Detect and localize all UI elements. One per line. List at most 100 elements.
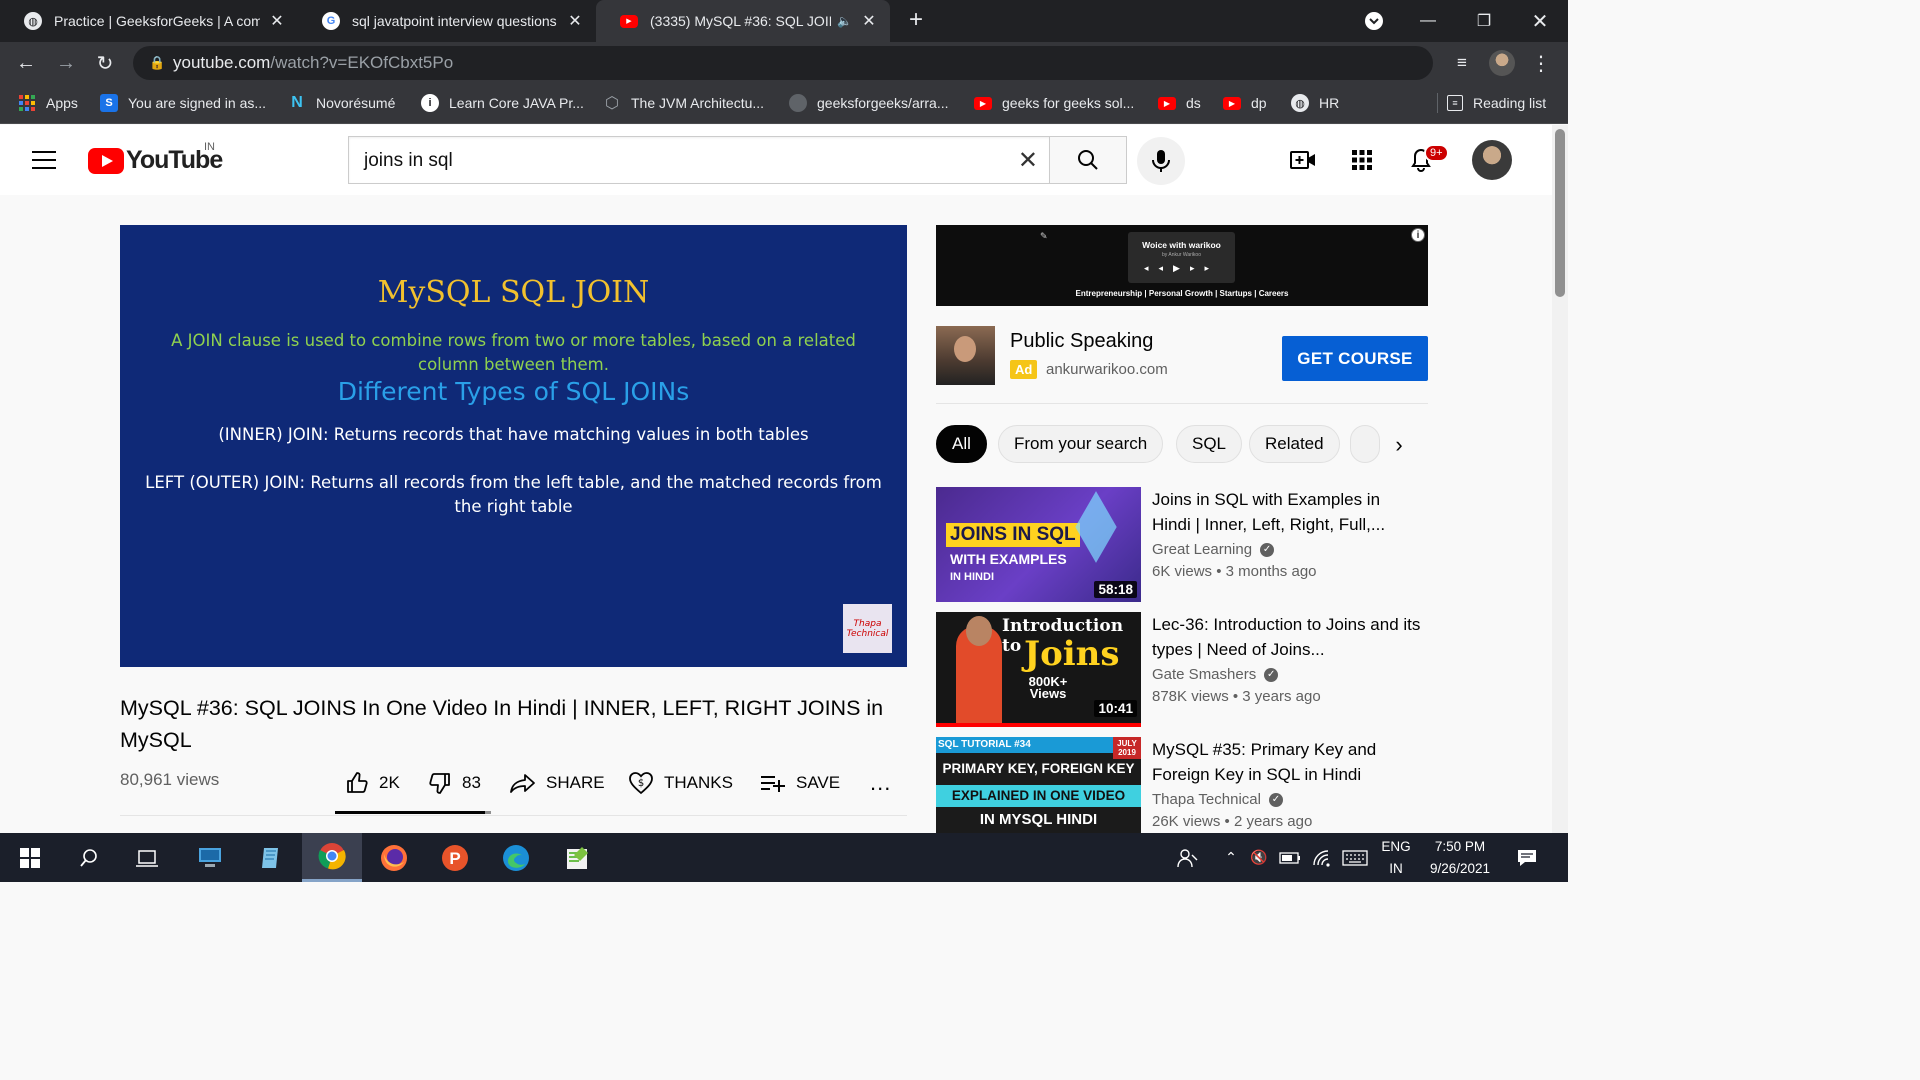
create-video-icon[interactable] [1290, 147, 1316, 173]
hamburger-menu-icon[interactable] [32, 151, 56, 169]
video-thumbnail[interactable]: JOINS IN SQL WITH EXAMPLES IN HINDI 58:1… [936, 487, 1141, 602]
save-label: SAVE [796, 773, 841, 792]
search-button[interactable] [1049, 136, 1127, 184]
chip-sql[interactable]: SQL [1176, 425, 1243, 463]
browser-tab-youtube[interactable]: ▶ (3335) MySQL #36: SQL JOINS 🔈 ✕ [596, 0, 890, 42]
firefox-icon[interactable] [364, 833, 424, 882]
chevron-right-icon[interactable]: › [1384, 430, 1414, 460]
bookmark-apps[interactable]: Apps [18, 92, 78, 114]
get-course-button[interactable]: GET COURSE [1282, 336, 1428, 381]
bookmark-dp[interactable]: ▶ dp [1223, 92, 1267, 114]
more-actions-icon: ... [870, 770, 892, 795]
recommended-video[interactable]: JOINS IN SQL WITH EXAMPLES IN HINDI 58:1… [936, 487, 1428, 602]
ad-banner[interactable]: ✎ Woice with warikoo by Ankur Warikoo ◂◂… [936, 225, 1428, 306]
restore-icon[interactable]: ❐ [1456, 0, 1512, 42]
notepad-plus-plus-icon[interactable] [547, 833, 607, 882]
ad-thumbnail[interactable] [936, 326, 995, 385]
action-center-icon[interactable] [1504, 833, 1550, 882]
bookmark-ds[interactable]: ▶ ds [1158, 92, 1201, 114]
chrome-menu-icon[interactable]: ⋮ [1527, 49, 1555, 77]
search-input[interactable]: joins in sql ✕ [348, 136, 1050, 184]
profile-avatar-icon[interactable] [1488, 49, 1516, 77]
tab-search-icon[interactable] [1346, 0, 1402, 42]
youtube-logo[interactable]: YouTube IN [88, 141, 223, 175]
account-avatar[interactable] [1472, 140, 1512, 180]
this-pc-icon[interactable] [180, 833, 240, 882]
thanks-button[interactable]: $ THANKS [628, 768, 733, 798]
close-tab-icon[interactable]: ✕ [860, 11, 878, 31]
forward-arrow-icon[interactable]: → [52, 49, 80, 77]
share-button[interactable]: SHARE [510, 768, 605, 798]
close-tab-icon[interactable]: ✕ [566, 11, 584, 31]
voice-search-button[interactable] [1137, 137, 1185, 185]
more-actions-button[interactable]: ... [870, 768, 891, 798]
dislike-button[interactable]: 83 [428, 768, 481, 798]
notepad-icon[interactable] [240, 833, 300, 882]
channel-name[interactable]: Thapa Technical ✓ [1152, 791, 1283, 808]
chip-related[interactable]: Related [1249, 425, 1340, 463]
people-icon[interactable] [1158, 833, 1218, 882]
video-title[interactable]: Lec-36: Introduction to Joins and its ty… [1152, 612, 1422, 662]
task-view-icon[interactable] [117, 833, 177, 882]
ad-info-icon[interactable]: i [1411, 228, 1425, 242]
channel-name[interactable]: Gate Smashers ✓ [1152, 666, 1279, 683]
input-region[interactable]: IN [1378, 861, 1414, 876]
video-thumbnail[interactable]: Introduction to Joins 800K+ Views 10:41 [936, 612, 1141, 727]
reload-icon[interactable]: ↻ [91, 49, 119, 77]
show-hidden-icons-chevron-icon[interactable]: ⌃ [1218, 833, 1244, 882]
channel-name[interactable]: Great Learning ✓ [1152, 541, 1275, 558]
save-button[interactable]: SAVE [760, 768, 840, 798]
notification-count-badge: 9+ [1424, 144, 1449, 162]
slide-description: A JOIN clause is used to combine rows fr… [171, 331, 856, 374]
video-player[interactable]: MySQL SQL JOIN A JOIN clause is used to … [120, 225, 907, 667]
close-window-icon[interactable]: ✕ [1512, 0, 1568, 42]
recommended-video[interactable]: Introduction to Joins 800K+ Views 10:41 … [936, 612, 1428, 727]
bookmark-novoresume[interactable]: N Novorésumé [288, 92, 395, 114]
taskbar-search-icon[interactable] [59, 833, 119, 882]
ad-title[interactable]: Public Speaking [1010, 330, 1153, 353]
video-title[interactable]: MySQL #35: Primary Key and Foreign Key i… [1152, 737, 1422, 787]
address-bar[interactable]: 🔒 youtube.com/watch?v=EKOfCbxt5Po [133, 46, 1433, 80]
postman-icon[interactable]: P [425, 833, 485, 882]
touch-keyboard-icon[interactable] [1338, 833, 1372, 882]
back-arrow-icon[interactable]: ← [12, 49, 40, 77]
bookmark-signed-in[interactable]: S You are signed in as... [100, 92, 266, 114]
like-button[interactable]: 2K [345, 768, 400, 798]
bookmark-learn-core-java[interactable]: i Learn Core JAVA Pr... [421, 92, 584, 114]
bookmark-geeks-solutions[interactable]: ▶ geeks for geeks sol... [974, 92, 1134, 114]
browser-tab-geeksforgeeks[interactable]: ◍ Practice | GeeksforGeeks | A computer … [0, 0, 298, 42]
edge-icon[interactable] [486, 833, 546, 882]
chrome-taskbar-icon[interactable] [302, 833, 362, 882]
audio-playing-icon[interactable]: 🔈 [837, 14, 852, 28]
bookmark-geeksforgeeks-github[interactable]: geeksforgeeks/arra... [789, 92, 949, 114]
channel-watermark[interactable]: Thapa Technical [843, 604, 892, 653]
reading-list-button[interactable]: ≡ Reading list [1437, 92, 1546, 114]
youtube-icon: ▶ [620, 14, 638, 28]
input-language[interactable]: ENG [1378, 839, 1414, 854]
thumbnail-text: Joins [1024, 634, 1120, 674]
apps-grid-icon[interactable] [1349, 147, 1375, 173]
video-thumbnail[interactable]: SQL TUTORIAL #34 JULY 2019 PRIMARY KEY, … [936, 737, 1141, 833]
minimize-icon[interactable]: — [1400, 0, 1456, 42]
chip-partial[interactable] [1350, 425, 1380, 463]
close-tab-icon[interactable]: ✕ [268, 11, 286, 31]
battery-icon[interactable] [1274, 833, 1306, 882]
video-title[interactable]: Joins in SQL with Examples in Hindi | In… [1152, 487, 1422, 537]
chip-all[interactable]: All [936, 425, 987, 463]
clock-date[interactable]: 9/26/2021 [1420, 861, 1500, 876]
clear-search-icon[interactable]: ✕ [1018, 146, 1038, 175]
chip-from-your-search[interactable]: From your search [998, 425, 1164, 463]
scrollbar-thumb[interactable] [1555, 129, 1565, 297]
bookmark-label: HR [1319, 95, 1340, 111]
clock-time[interactable]: 7:50 PM [1420, 839, 1500, 854]
volume-muted-icon[interactable]: 🔇 [1244, 833, 1274, 882]
browser-tab-javatpoint[interactable]: G sql javatpoint interview questions ✕ [298, 0, 596, 42]
media-queue-icon[interactable]: ≡ [1448, 49, 1476, 77]
wifi-icon[interactable] [1306, 833, 1338, 882]
recommended-video[interactable]: SQL TUTORIAL #34 JULY 2019 PRIMARY KEY, … [936, 737, 1428, 833]
new-tab-button[interactable]: + [904, 8, 928, 34]
bookmark-jvm-architecture[interactable]: ⬡ The JVM Architectu... [603, 92, 764, 114]
windows-start-icon[interactable] [0, 833, 60, 882]
page-scrollbar[interactable] [1552, 125, 1568, 833]
bookmark-hr[interactable]: ◍ HR [1291, 92, 1339, 114]
